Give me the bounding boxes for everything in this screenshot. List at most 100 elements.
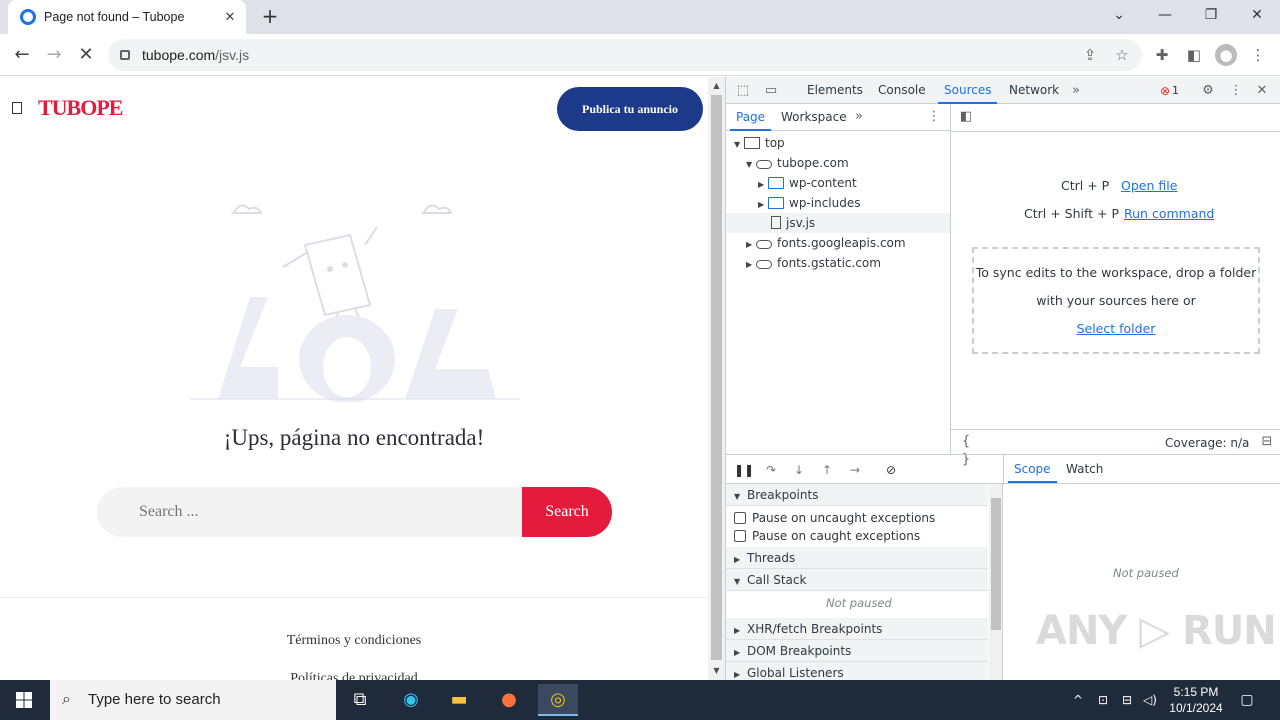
tray-overflow-icon[interactable]: ^ bbox=[1069, 690, 1087, 710]
stop-loading-icon[interactable]: ✕ bbox=[73, 42, 99, 68]
tray-app-icon[interactable]: ⊡ bbox=[1094, 690, 1112, 710]
file-explorer-icon[interactable]: ▬ bbox=[439, 684, 479, 716]
tree-item-folder[interactable]: ▶ wp-content bbox=[726, 173, 950, 193]
section-dom-breakpoints[interactable]: ▶ DOM Breakpoints bbox=[726, 640, 988, 662]
coverage-status: Coverage: n/a bbox=[1165, 436, 1250, 450]
close-devtools-icon[interactable]: ✕ bbox=[1253, 82, 1271, 100]
search-input[interactable] bbox=[97, 487, 522, 537]
tab-watch[interactable]: Watch bbox=[1066, 456, 1103, 483]
chrome-menu-icon[interactable]: ⋮ bbox=[1247, 44, 1269, 66]
devtools-menu-icon[interactable]: ⋮ bbox=[1227, 82, 1245, 100]
taskbar-clock[interactable]: 5:15 PM 10/1/2024 bbox=[1164, 684, 1228, 716]
side-panel-icon[interactable]: ◧ bbox=[1183, 44, 1205, 66]
more-tabs-chevron-icon[interactable]: » bbox=[1067, 82, 1085, 100]
settings-gear-icon[interactable]: ⚙ bbox=[1199, 82, 1217, 100]
forward-icon[interactable]: → bbox=[41, 42, 67, 68]
new-tab-icon[interactable]: + bbox=[258, 4, 282, 28]
restore-icon[interactable]: ❐ bbox=[1188, 0, 1234, 30]
search-icon: ⌕ bbox=[62, 689, 71, 708]
tree-item-folder[interactable]: ▶ wp-includes bbox=[726, 193, 950, 213]
back-icon[interactable]: ← bbox=[9, 42, 35, 68]
share-icon[interactable]: ⇪ bbox=[1079, 44, 1101, 66]
tab-network[interactable]: Network bbox=[1009, 77, 1059, 104]
pause-uncaught-checkbox[interactable]: Pause on uncaught exceptions bbox=[726, 509, 988, 527]
bookmark-star-icon[interactable]: ☆ bbox=[1111, 44, 1133, 66]
network-icon[interactable]: ⊟ bbox=[1118, 690, 1136, 710]
profile-avatar-icon[interactable]: ● bbox=[1215, 44, 1237, 66]
page-scrollbar-thumb[interactable] bbox=[711, 95, 722, 660]
step-into-icon[interactable]: ↓ bbox=[790, 461, 808, 479]
browser-toolbar: ← → ✕ tubope.com/jsv.js ⇪ ☆ ✚ ◧ ● ⋮ bbox=[0, 34, 1280, 76]
tab-title: Page not found – Tubope bbox=[44, 10, 185, 24]
step-icon[interactable]: → bbox=[846, 461, 864, 479]
extensions-puzzle-icon[interactable]: ✚ bbox=[1151, 44, 1173, 66]
search-button[interactable]: Search bbox=[522, 487, 612, 537]
tab-sources[interactable]: Sources bbox=[938, 77, 998, 104]
more-subtabs-chevron-icon[interactable]: » bbox=[850, 108, 868, 126]
taskbar-search-box[interactable]: ⌕ Type here to search bbox=[50, 680, 336, 720]
pause-caught-checkbox[interactable]: Pause on caught exceptions bbox=[726, 527, 988, 545]
pretty-print-icon[interactable]: { } bbox=[957, 433, 975, 467]
inspect-element-icon[interactable]: ⬚ bbox=[734, 82, 752, 100]
site-logo[interactable]: TUBOPE bbox=[38, 95, 123, 121]
tree-item-domain[interactable]: ▶ fonts.googleapis.com bbox=[726, 233, 950, 253]
tab-console[interactable]: Console bbox=[878, 77, 926, 104]
error-count[interactable]: 1 bbox=[1172, 77, 1179, 104]
task-view-icon[interactable]: ⧉ bbox=[340, 684, 380, 716]
run-command-link[interactable]: Run command bbox=[1124, 206, 1214, 221]
notifications-icon[interactable]: ▢ bbox=[1238, 690, 1256, 710]
edge-browser-icon[interactable]: ◉ bbox=[391, 684, 431, 716]
tree-item-domain[interactable]: ▼ tubope.com bbox=[726, 153, 950, 173]
menu-toggle-icon[interactable] bbox=[12, 102, 22, 114]
tab-scope[interactable]: Scope bbox=[1008, 456, 1057, 483]
privacy-link[interactable]: Políticas de privacidad bbox=[0, 671, 708, 680]
cloud-icon bbox=[756, 260, 772, 269]
close-tab-icon[interactable]: ✕ bbox=[222, 10, 238, 25]
close-window-icon[interactable]: ✕ bbox=[1234, 0, 1280, 30]
debugger-scrollbar[interactable] bbox=[989, 484, 1002, 680]
scroll-up-icon[interactable]: ▲ bbox=[708, 81, 725, 90]
pause-icon[interactable]: ❚❚ bbox=[734, 461, 754, 479]
workspace-dropzone[interactable]: To sync edits to the workspace, drop a f… bbox=[972, 247, 1260, 354]
deactivate-breakpoints-icon[interactable]: ⊘ bbox=[882, 461, 900, 479]
section-breakpoints[interactable]: ▼ Breakpoints bbox=[726, 484, 988, 506]
web-page: TUBOPE Publica tu anuncio ¡Ups, página n… bbox=[0, 77, 708, 680]
cloud-icon bbox=[756, 160, 772, 169]
chrome-taskbar-icon[interactable]: ◎ bbox=[538, 684, 578, 716]
firefox-icon[interactable]: ● bbox=[489, 684, 529, 716]
lock-icon[interactable] bbox=[120, 50, 130, 60]
minimize-icon[interactable]: — bbox=[1142, 0, 1188, 30]
select-folder-link[interactable]: Select folder bbox=[974, 315, 1258, 343]
subtab-workspace[interactable]: Workspace bbox=[781, 104, 847, 131]
open-file-link[interactable]: Open file bbox=[1121, 178, 1177, 193]
tree-item-top[interactable]: ▼ top bbox=[726, 133, 950, 153]
tree-item-domain[interactable]: ▶ fonts.gstatic.com bbox=[726, 253, 950, 273]
terms-link[interactable]: Términos y condiciones bbox=[0, 633, 708, 649]
volume-icon[interactable]: ◁) bbox=[1141, 690, 1159, 710]
windows-start-icon[interactable] bbox=[0, 680, 48, 720]
section-global-listeners[interactable]: ▶ Global Listeners bbox=[726, 662, 988, 680]
search-form: Search bbox=[97, 487, 612, 537]
404-illustration bbox=[190, 204, 520, 402]
navigator-menu-icon[interactable]: ⋮ bbox=[925, 108, 943, 126]
shortcut-keys-open: Ctrl + P bbox=[1061, 178, 1110, 193]
tree-item-file[interactable]: jsv.js bbox=[726, 213, 950, 233]
toggle-navigator-icon[interactable]: ◧ bbox=[957, 108, 975, 126]
section-call-stack[interactable]: ▼ Call Stack bbox=[726, 569, 988, 591]
footer-divider bbox=[0, 597, 708, 598]
section-xhr-breakpoints[interactable]: ▶ XHR/fetch Breakpoints bbox=[726, 618, 988, 640]
step-over-icon[interactable]: ↷ bbox=[762, 461, 780, 479]
scroll-down-icon[interactable]: ▼ bbox=[708, 666, 725, 675]
subtab-page[interactable]: Page bbox=[730, 104, 772, 131]
folder-icon bbox=[768, 177, 784, 189]
coverage-drawer-icon[interactable]: ⊟ bbox=[1258, 433, 1276, 451]
section-threads[interactable]: ▶ Threads bbox=[726, 547, 988, 569]
tab-elements[interactable]: Elements bbox=[807, 77, 863, 104]
address-bar[interactable]: tubope.com/jsv.js bbox=[108, 39, 1142, 71]
browser-tab[interactable]: Page not found – Tubope ✕ bbox=[8, 0, 246, 34]
device-toolbar-icon[interactable]: ▭ bbox=[762, 82, 780, 100]
publish-ad-button[interactable]: Publica tu anuncio bbox=[557, 87, 703, 131]
tab-search-chevron-icon[interactable]: ⌄ bbox=[1096, 0, 1142, 30]
page-scrollbar[interactable]: ▲ ▼ bbox=[708, 77, 725, 680]
step-out-icon[interactable]: ↑ bbox=[818, 461, 836, 479]
